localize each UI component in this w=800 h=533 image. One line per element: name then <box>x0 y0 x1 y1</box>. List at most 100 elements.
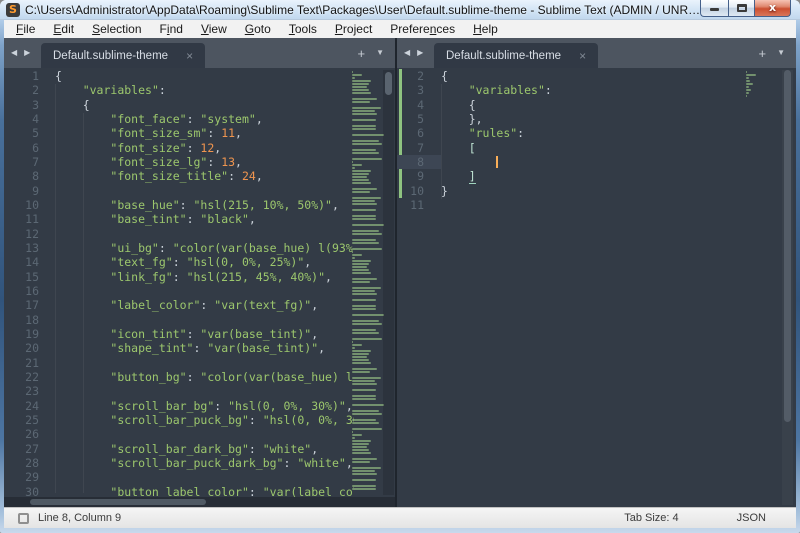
code-line[interactable]: 6 "rules": <box>397 126 782 140</box>
menu-item-find[interactable]: Find <box>151 21 192 37</box>
code-line[interactable]: 6 "font_size": 12, <box>4 141 354 155</box>
code-line[interactable]: 4 "font_face": "system", <box>4 112 354 126</box>
line-number: 5 <box>397 112 424 126</box>
tab-close-icon[interactable]: × <box>579 50 586 62</box>
line-number: 1 <box>4 69 39 83</box>
code-line[interactable]: 8 <box>397 155 782 169</box>
maximize-button[interactable] <box>728 0 755 17</box>
code-line[interactable]: 29 <box>4 470 354 484</box>
code-text: "label_color": "var(text_fg)", <box>39 298 354 312</box>
horizontal-scrollbar-puck[interactable] <box>30 499 206 505</box>
line-number: 3 <box>4 98 39 112</box>
menu-item-edit[interactable]: Edit <box>44 21 83 37</box>
menu-item-view[interactable]: View <box>192 21 236 37</box>
tab-close-icon[interactable]: × <box>186 50 193 62</box>
code-text: "scroll_bar_puck_bg": "hsl(0, 0%, 30%)", <box>39 413 354 427</box>
vertical-scrollbar-puck[interactable] <box>385 72 392 95</box>
tab-default-sublime-theme[interactable]: Default.sublime-theme × <box>41 43 205 68</box>
code-line[interactable]: 10} <box>397 184 782 198</box>
code-text: { <box>424 69 782 83</box>
code-line[interactable]: 20 "shape_tint": "var(base_tint)", <box>4 341 354 355</box>
code-text: "base_hue": "hsl(215, 10%, 50%)", <box>39 198 354 212</box>
code-text: "scroll_bar_bg": "hsl(0, 0%, 30%)", <box>39 399 354 413</box>
line-number: 23 <box>4 384 39 398</box>
vertical-scrollbar-puck[interactable] <box>784 70 791 422</box>
vertical-scrollbar-right[interactable] <box>782 70 793 505</box>
code-line[interactable]: 15 "link_fg": "hsl(215, 45%, 40%)", <box>4 270 354 284</box>
code-line[interactable]: 25 "scroll_bar_puck_bg": "hsl(0, 0%, 30%… <box>4 413 354 427</box>
minimap-right[interactable] <box>746 71 782 131</box>
code-line[interactable]: 9 ] <box>397 169 782 183</box>
menu-item-file[interactable]: File <box>7 21 44 37</box>
nav-forward-icon[interactable]: ▶ <box>24 49 30 57</box>
close-button[interactable]: x <box>755 0 791 17</box>
code-line[interactable]: 12 <box>4 227 354 241</box>
code-line[interactable]: 3 "variables": <box>397 83 782 97</box>
code-line[interactable]: 2 "variables": <box>4 83 354 97</box>
code-line[interactable]: 11 "base_tint": "black", <box>4 212 354 226</box>
editor-left[interactable]: 1{2 "variables":3 {4 "font_face": "syste… <box>4 68 395 507</box>
nav-forward-icon[interactable]: ▶ <box>417 49 423 57</box>
code-line[interactable]: 11 <box>397 198 782 212</box>
code-line[interactable]: 8 "font_size_title": 24, <box>4 169 354 183</box>
line-number: 15 <box>4 270 39 284</box>
code-line[interactable]: 24 "scroll_bar_bg": "hsl(0, 0%, 30%)", <box>4 399 354 413</box>
code-line[interactable]: 19 "icon_tint": "var(base_tint)", <box>4 327 354 341</box>
line-number: 11 <box>397 198 424 212</box>
code-text <box>39 470 354 484</box>
code-line[interactable]: 9 <box>4 184 354 198</box>
vertical-scrollbar-left[interactable] <box>383 70 394 495</box>
code-line[interactable]: 7 [ <box>397 141 782 155</box>
vintage-mode-icon[interactable] <box>18 513 29 524</box>
menu-item-project[interactable]: Project <box>326 21 381 37</box>
code-line[interactable]: 22 "button_bg": "color(var(base_hue) l(9… <box>4 370 354 384</box>
code-text <box>39 313 354 327</box>
menu-item-help[interactable]: Help <box>464 21 507 37</box>
menu-item-preferences[interactable]: Preferences <box>381 21 464 37</box>
menu-item-tools[interactable]: Tools <box>280 21 326 37</box>
tab-default-sublime-theme[interactable]: Default.sublime-theme × <box>434 43 598 68</box>
code-text: [ <box>424 141 782 155</box>
code-line[interactable]: 4 { <box>397 98 782 112</box>
minimize-button[interactable] <box>700 0 728 17</box>
code-line[interactable]: 14 "text_fg": "hsl(0, 0%, 25%)", <box>4 255 354 269</box>
code-line[interactable]: 27 "scroll_bar_dark_bg": "white", <box>4 442 354 456</box>
cursor-position-label: Line 8, Column 9 <box>38 512 121 524</box>
code-text: { <box>39 69 354 83</box>
tab-size-indicator[interactable]: Tab Size: 4 <box>624 512 678 524</box>
code-line[interactable]: 28 "scroll_bar_puck_dark_bg": "white", <box>4 456 354 470</box>
title-bar[interactable]: S C:\Users\Administrator\AppData\Roaming… <box>0 0 800 20</box>
code-line[interactable]: 3 { <box>4 98 354 112</box>
horizontal-scrollbar-left[interactable] <box>4 497 395 507</box>
editor-right[interactable]: 2{3 "variables":4 {5 },6 "rules":7 [8 9 … <box>397 68 796 507</box>
nav-back-icon[interactable]: ◀ <box>404 49 410 57</box>
code-line[interactable]: 5 }, <box>397 112 782 126</box>
tab-overflow-icon[interactable]: ▼ <box>376 49 384 57</box>
code-line[interactable]: 2{ <box>397 69 782 83</box>
code-text: { <box>39 98 354 112</box>
code-line[interactable]: 13 "ui_bg": "color(var(base_hue) l(93%))… <box>4 241 354 255</box>
tab-overflow-icon[interactable]: ▼ <box>777 49 785 57</box>
new-tab-icon[interactable]: + <box>758 47 766 60</box>
code-line[interactable]: 1{ <box>4 69 354 83</box>
minimap-left[interactable] <box>352 71 385 493</box>
code-line[interactable]: 10 "base_hue": "hsl(215, 10%, 50%)", <box>4 198 354 212</box>
window-caption-buttons: x <box>700 0 791 17</box>
code-text <box>39 427 354 441</box>
line-number: 3 <box>397 83 424 97</box>
code-line[interactable]: 18 <box>4 313 354 327</box>
code-text: "font_size_title": 24, <box>39 169 354 183</box>
code-line[interactable]: 16 <box>4 284 354 298</box>
menu-item-goto[interactable]: Goto <box>236 21 280 37</box>
code-line[interactable]: 17 "label_color": "var(text_fg)", <box>4 298 354 312</box>
line-number: 19 <box>4 327 39 341</box>
code-line[interactable]: 21 <box>4 356 354 370</box>
code-line[interactable]: 23 <box>4 384 354 398</box>
nav-back-icon[interactable]: ◀ <box>11 49 17 57</box>
menu-item-selection[interactable]: Selection <box>83 21 150 37</box>
code-line[interactable]: 26 <box>4 427 354 441</box>
syntax-indicator[interactable]: JSON <box>737 512 766 524</box>
code-line[interactable]: 7 "font_size_lg": 13, <box>4 155 354 169</box>
new-tab-icon[interactable]: + <box>357 47 365 60</box>
code-line[interactable]: 5 "font_size_sm": 11, <box>4 126 354 140</box>
